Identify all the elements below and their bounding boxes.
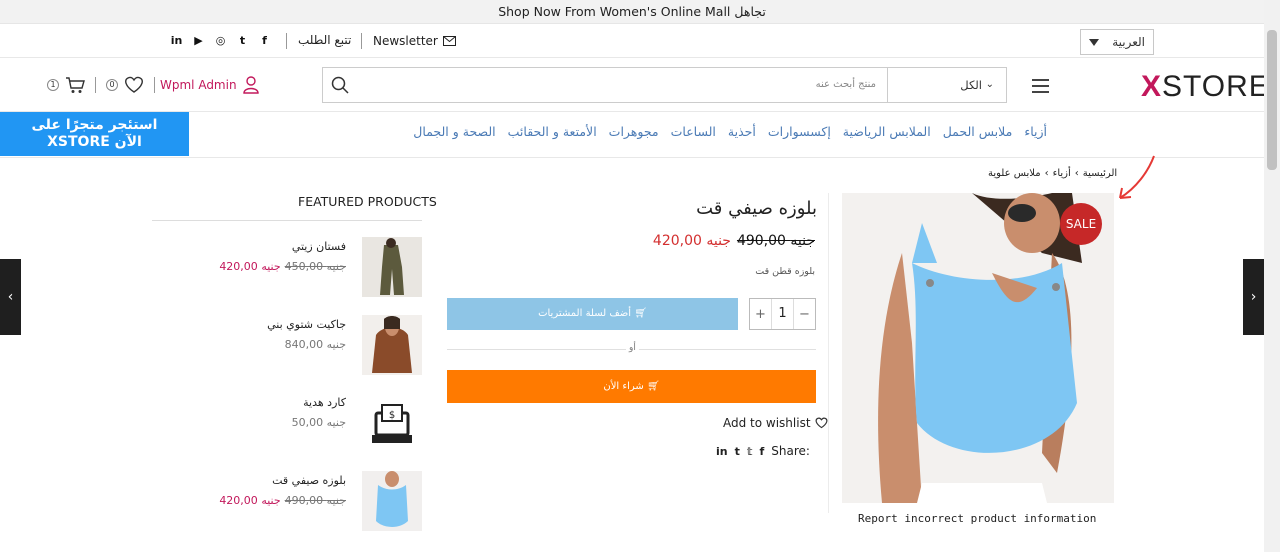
featured-item[interactable]: فستان زيتي 420,00 جنيه 450,00 جنيه xyxy=(152,237,422,299)
product-thumbnail[interactable] xyxy=(362,471,422,531)
quantity-decrease-button[interactable]: − xyxy=(794,307,815,322)
product-price: 420,00 جنيه 490,00 جنيه xyxy=(653,233,815,249)
featured-item[interactable]: $ كارد هدية 50,00 جنيه xyxy=(152,393,422,455)
menu-icon[interactable] xyxy=(1032,79,1049,93)
site-logo[interactable]: XSTORE xyxy=(1141,70,1270,104)
facebook-icon[interactable]: f xyxy=(258,35,271,47)
add-to-cart-button[interactable]: أضف لسلة المشتريات 🛒︎ xyxy=(447,298,738,330)
share-facebook-icon[interactable]: f xyxy=(759,445,764,458)
divider xyxy=(95,77,96,93)
site-header: XSTORE ⌄ الكل منتج أبحث عنه Wpml Admin 1… xyxy=(0,58,1269,112)
share-twitter-icon[interactable]: 𝕥 xyxy=(747,445,753,458)
nav-item[interactable]: ملابس الحمل xyxy=(943,124,1013,139)
nav-links: أزياء ملابس الحمل الملابس الرياضية إكسسو… xyxy=(413,124,1047,139)
page-scrollbar[interactable] xyxy=(1264,0,1280,552)
promo-bar: Shop Now From Women's Online Mall تجاهل xyxy=(0,0,1264,24)
share-row: in t 𝕥 f Share: xyxy=(716,444,810,458)
next-product-arrow[interactable]: › xyxy=(1243,259,1264,335)
top-bar: العربية Newsletter تتبع الطلب in ▶ ◎ t f xyxy=(0,24,1264,58)
heart-icon[interactable] xyxy=(124,76,144,94)
divider xyxy=(828,193,829,513)
twitter-icon[interactable]: t xyxy=(236,35,249,47)
featured-item[interactable]: جاكيت شتوي بني 840,00 جنيه xyxy=(152,315,422,377)
chevron-down-icon: ⌄ xyxy=(985,79,994,90)
featured-item-price: 840,00 جنيه xyxy=(284,338,346,351)
wishlist-count: 0 xyxy=(106,79,118,91)
newsletter-link[interactable]: Newsletter xyxy=(373,34,456,48)
breadcrumb-current: ملابس علوية xyxy=(988,168,1041,179)
sale-price: 420,00 جنيه xyxy=(652,233,731,249)
product-title: بلوزه صيفي قت xyxy=(696,198,817,219)
svg-text:$: $ xyxy=(389,410,395,421)
nav-item[interactable]: الساعات xyxy=(671,124,716,139)
track-order-link[interactable]: تتبع الطلب xyxy=(298,33,351,47)
add-to-wishlist-link[interactable]: Add to wishlist xyxy=(723,416,828,430)
report-link[interactable]: Report incorrect product information xyxy=(858,512,1096,525)
social-links: in ▶ ◎ t f xyxy=(170,35,271,47)
heart-icon xyxy=(815,417,827,429)
search-category-select[interactable]: ⌄ الكل xyxy=(887,68,1006,102)
nav-item[interactable]: الملابس الرياضية xyxy=(843,124,931,139)
share-linkedin-icon[interactable]: in xyxy=(716,445,728,458)
divider xyxy=(286,33,287,49)
rent-store-button[interactable]: استئجر متجرًا على XSTORE الآن xyxy=(0,112,189,156)
quantity-stepper: + 1 − xyxy=(749,298,816,330)
breadcrumb-separator: ‹ xyxy=(1044,168,1049,179)
quantity-increase-button[interactable]: + xyxy=(750,307,771,322)
caret-down-icon xyxy=(1089,39,1099,46)
featured-item-price: 50,00 جنيه xyxy=(291,416,346,429)
quantity-input[interactable]: 1 xyxy=(771,299,794,329)
breadcrumb-category[interactable]: أزياء xyxy=(1053,168,1071,179)
sale-badge: SALE xyxy=(1060,203,1102,245)
search-input[interactable]: منتج أبحث عنه xyxy=(816,68,876,102)
nav-item[interactable]: أزياء xyxy=(1024,124,1047,139)
divider xyxy=(152,220,422,221)
cart-icon[interactable] xyxy=(65,76,85,94)
product-short-description: بلوزه قطن قت xyxy=(755,266,815,277)
nav-item[interactable]: الصحة و الجمال xyxy=(413,124,495,139)
share-tumblr-icon[interactable]: t xyxy=(735,445,740,458)
youtube-icon[interactable]: ▶ xyxy=(192,35,205,47)
featured-item-name[interactable]: جاكيت شتوي بني xyxy=(267,318,346,331)
cart-count: 1 xyxy=(47,79,59,91)
cart-icon: 🛒︎ xyxy=(646,381,660,392)
account-link[interactable]: Wpml Admin xyxy=(160,76,259,94)
linkedin-icon[interactable]: in xyxy=(170,35,183,47)
main-nav: استئجر متجرًا على XSTORE الآن أزياء ملاب… xyxy=(0,112,1264,158)
cart-icon: 🛒︎ xyxy=(634,308,647,319)
instagram-icon[interactable]: ◎ xyxy=(214,35,227,47)
nav-item[interactable]: الأمتعة و الحقائب xyxy=(508,124,597,139)
share-label: Share: xyxy=(771,444,810,458)
featured-item-name[interactable]: كارد هدية xyxy=(303,396,346,409)
featured-item-price: 420,00 جنيه 450,00 جنيه xyxy=(219,260,346,273)
promo-text[interactable]: Shop Now From Women's Online Mall تجاهل xyxy=(498,4,766,19)
divider xyxy=(361,33,362,49)
or-label: أو xyxy=(626,343,639,353)
featured-item[interactable]: بلوزه صيفي قت 420,00 جنيه 490,00 جنيه xyxy=(152,471,422,533)
annotation-arrow-icon xyxy=(1119,155,1155,199)
featured-item-price: 420,00 جنيه 490,00 جنيه xyxy=(219,494,346,507)
search-bar: ⌄ الكل منتج أبحث عنه xyxy=(322,67,1007,103)
product-thumbnail[interactable] xyxy=(362,315,422,375)
nav-item[interactable]: أحذية xyxy=(728,124,756,139)
language-select[interactable]: العربية xyxy=(1080,29,1154,55)
envelope-icon xyxy=(442,36,456,46)
breadcrumb: ملابس علوية ‹ أزياء ‹ الرئيسية xyxy=(988,168,1117,179)
featured-products-heading: FEATURED PRODUCTS xyxy=(298,194,437,209)
divider xyxy=(154,77,155,93)
product-thumbnail[interactable] xyxy=(362,237,422,297)
nav-item[interactable]: مجوهرات xyxy=(609,124,659,139)
header-actions: 1 0 xyxy=(47,76,159,94)
user-icon xyxy=(242,76,259,94)
search-icon[interactable] xyxy=(331,76,349,94)
original-price: 490,00 جنيه xyxy=(736,233,815,249)
nav-item[interactable]: إكسسوارات xyxy=(768,124,831,139)
buy-now-button[interactable]: شراء الأن 🛒︎ xyxy=(447,370,816,403)
breadcrumb-separator: ‹ xyxy=(1074,168,1079,179)
prev-product-arrow[interactable]: ‹ xyxy=(0,259,21,335)
product-thumbnail[interactable]: $ xyxy=(362,393,422,453)
featured-item-name[interactable]: فستان زيتي xyxy=(292,240,346,253)
featured-item-name[interactable]: بلوزه صيفي قت xyxy=(272,474,346,487)
